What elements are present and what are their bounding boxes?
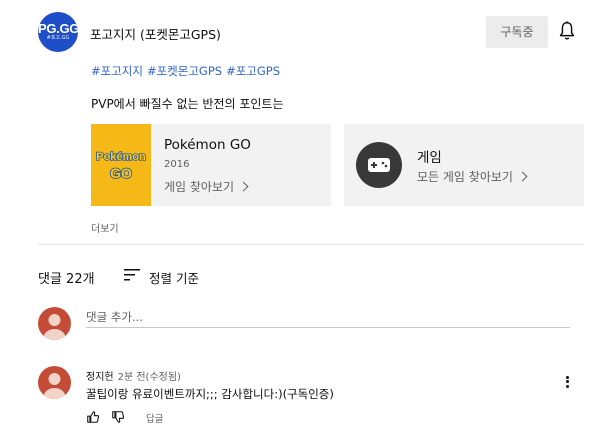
hashtag-link[interactable]: #포켓몬고GPS (147, 64, 222, 78)
notification-bell-icon[interactable] (556, 20, 578, 42)
category-title: 게임 (417, 150, 442, 166)
comment-timestamp[interactable]: 2분 전(수정됨) (118, 372, 181, 383)
current-user-avatar (38, 307, 71, 340)
channel-name[interactable]: 포고지지 (포켓몬고GPS) (90, 24, 221, 43)
category-card[interactable]: 게임 모든 게임 찾아보기 (344, 124, 584, 206)
browse-all-games-link[interactable]: 모든 게임 찾아보기 (417, 168, 528, 185)
subscribed-button[interactable]: 구독중 (486, 16, 548, 48)
reply-button[interactable]: 답글 (146, 411, 163, 425)
channel-logo-subtext: #포고.GG (46, 35, 70, 41)
gamepad-icon (356, 142, 402, 188)
browse-game-label: 게임 찾아보기 (164, 180, 235, 194)
sort-button[interactable]: 정렬 기준 (149, 268, 199, 287)
hashtag-link[interactable]: #포고지지 (91, 64, 143, 78)
divider (38, 244, 584, 245)
comment-author-name[interactable]: 정지헌 (86, 372, 114, 383)
channel-header: PG.GG #포고.GG 포고지지 (포켓몬고GPS) 구독중 (38, 12, 588, 52)
more-actions-icon[interactable] (562, 374, 572, 392)
video-description: PVP에서 빠질수 없는 반전의 포인트는 (91, 97, 284, 111)
channel-logo-text: PG.GG (38, 21, 78, 36)
browse-all-games-label: 모든 게임 찾아보기 (417, 170, 513, 184)
game-year: 2016 (164, 159, 190, 170)
chevron-right-icon (517, 171, 528, 182)
comment-author-avatar[interactable] (38, 366, 71, 399)
sort-icon[interactable] (124, 268, 140, 282)
game-logo-top: Pokémon (96, 151, 146, 163)
game-card[interactable]: Pokémon GO Pokémon GO 2016 게임 찾아보기 (91, 124, 331, 206)
comment-header: 정지헌 2분 전(수정됨) (86, 368, 181, 383)
browse-game-link[interactable]: 게임 찾아보기 (164, 178, 249, 195)
add-comment-input[interactable] (86, 306, 570, 328)
hashtag-list: #포고지지 #포켓몬고GPS #포고GPS (91, 63, 284, 79)
show-more-button[interactable]: 더보기 (91, 220, 119, 235)
game-title: Pokémon GO (164, 137, 251, 153)
comments-count: 댓글 22개 (38, 272, 95, 287)
pokemon-go-logo: Pokémon GO (91, 124, 151, 206)
hashtag-link[interactable]: #포고GPS (226, 64, 280, 78)
channel-avatar[interactable]: PG.GG #포고.GG (38, 12, 78, 52)
comment-text: 꿀팁이랑 유료이벤트까지;;; 감사합니다:)(구독인증) (86, 387, 334, 401)
game-logo-bottom: GO (110, 165, 132, 181)
chevron-right-icon (238, 181, 249, 192)
like-icon[interactable] (86, 410, 100, 424)
dislike-icon[interactable] (111, 410, 125, 424)
